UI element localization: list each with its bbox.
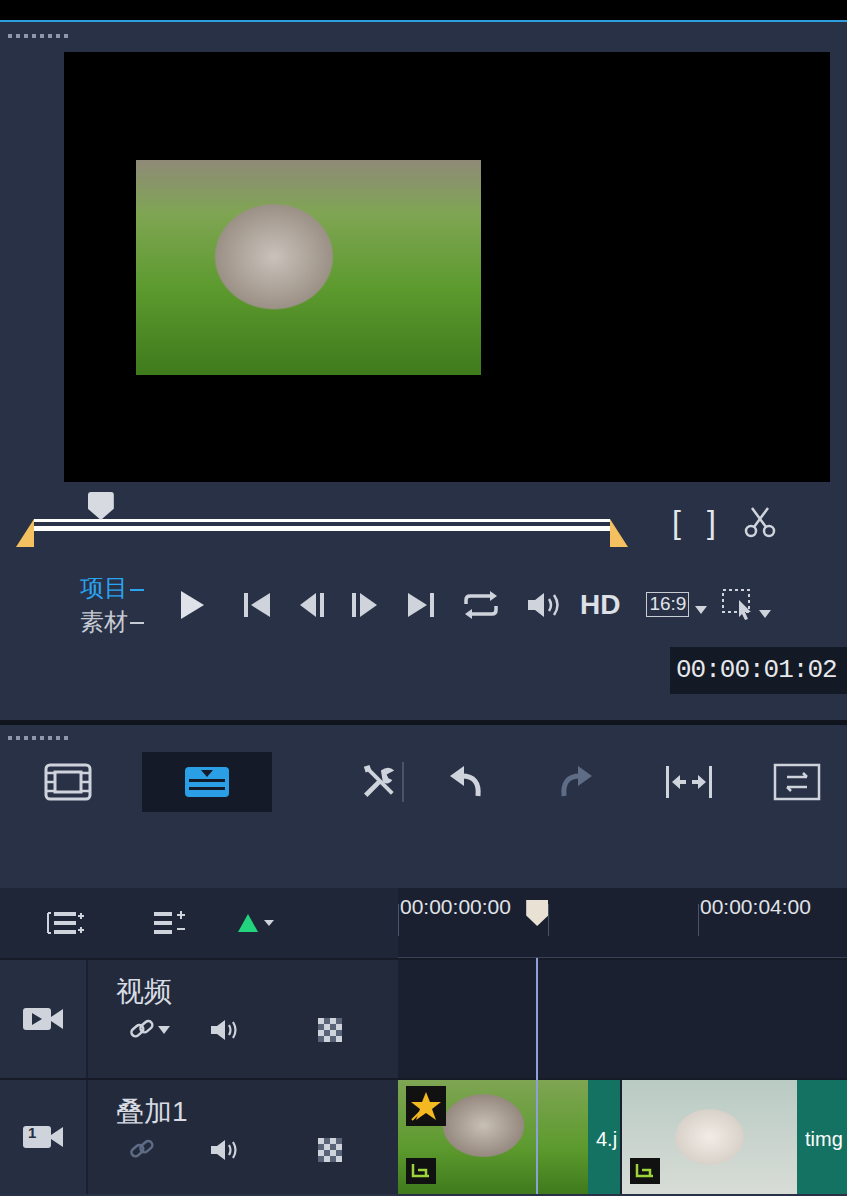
timeline: 00:00:00:00 00:00:04:00 视频 1 叠加1 4.j timg [0, 888, 847, 1194]
tools-button[interactable] [360, 762, 404, 802]
scrubber-track [34, 519, 610, 531]
mark-in-button[interactable]: [ [672, 506, 681, 538]
panel-grip[interactable] [0, 725, 847, 750]
redo-button [554, 752, 598, 812]
chapter-point-icon[interactable] [236, 910, 276, 936]
track-manager-icon[interactable] [46, 909, 86, 937]
overlay-track-icon [21, 1122, 65, 1152]
hd-button[interactable]: HD [580, 584, 620, 626]
track-name: 叠加1 [116, 1094, 398, 1130]
forward-button[interactable] [348, 590, 380, 620]
track-number: 1 [28, 1125, 36, 1140]
previous-frame-icon[interactable] [298, 590, 330, 620]
repeat-icon[interactable] [462, 590, 500, 620]
redo-icon [556, 762, 596, 802]
clip[interactable]: 4.j [398, 1080, 620, 1194]
storyboard-view-button[interactable] [18, 752, 118, 812]
clip[interactable]: timg [622, 1080, 847, 1194]
play-icon[interactable] [179, 590, 205, 620]
timeline-view-icon[interactable] [183, 765, 231, 799]
preview-screen [64, 52, 830, 482]
panel-grip[interactable] [0, 22, 847, 52]
video-track-icon [21, 1004, 65, 1034]
storyboard-view-icon[interactable] [43, 762, 93, 802]
fit-button[interactable] [662, 752, 716, 812]
tools-icon[interactable] [360, 762, 398, 802]
timecode-display[interactable]: 00:00:01:02 [670, 647, 847, 694]
start-button[interactable] [242, 590, 272, 620]
swap-button[interactable] [770, 752, 824, 812]
add-remove-track-icon[interactable] [152, 909, 188, 937]
undo-icon[interactable] [446, 762, 486, 802]
go-to-start-icon[interactable] [242, 590, 272, 620]
next-frame-icon[interactable] [348, 590, 380, 620]
overlay-track: 1 叠加1 4.j timg [0, 1078, 847, 1194]
scissors-icon[interactable] [742, 504, 778, 540]
video-track: 视频 [0, 958, 847, 1078]
title-bar [0, 0, 847, 22]
ruler-label: 00:00:00:00 [400, 891, 511, 923]
back-button[interactable] [298, 590, 330, 620]
preview-panel: [] 项目素材 HD 16:9 00:00:01:02 [0, 22, 847, 720]
star-icon [410, 1090, 442, 1122]
volume-button[interactable] [526, 590, 564, 620]
track-volume-icon[interactable] [209, 1017, 243, 1043]
scrubber-handle[interactable] [88, 492, 114, 520]
mode-option[interactable]: 项目 [80, 571, 160, 605]
mode-option[interactable]: 素材 [80, 605, 160, 639]
trim-out-handle[interactable] [610, 519, 628, 547]
play-button[interactable] [160, 572, 224, 638]
link-icon[interactable] [128, 1018, 156, 1042]
clip-name: 4.j [588, 1080, 620, 1194]
timeline-view-button[interactable] [142, 752, 272, 812]
dropdown-caret-icon[interactable] [158, 1026, 170, 1034]
volume-icon[interactable] [526, 590, 564, 620]
repeat-button[interactable] [462, 590, 500, 620]
split-button[interactable] [742, 504, 778, 540]
track-transparency-icon[interactable] [316, 1136, 344, 1164]
time-ruler[interactable]: 00:00:00:00 00:00:04:00 [398, 888, 847, 958]
trim-in-handle[interactable] [16, 519, 34, 547]
dropdown-caret-icon[interactable] [695, 606, 707, 614]
motion-path-icon [634, 1162, 656, 1180]
smart-proxy-icon[interactable] [721, 588, 773, 622]
fit-to-window-icon[interactable] [664, 764, 714, 800]
motion-path-icon [410, 1162, 432, 1180]
aspect-ratio-button[interactable]: 16:9 [646, 592, 707, 617]
kitten-photo [136, 160, 481, 375]
track-transparency-icon[interactable] [316, 1016, 344, 1044]
proxy-button[interactable] [721, 588, 773, 622]
playhead[interactable] [526, 888, 548, 1194]
track-volume-icon[interactable] [209, 1137, 243, 1163]
clip-name: timg [797, 1080, 847, 1194]
star-badge [406, 1086, 446, 1126]
track-name: 视频 [116, 974, 398, 1010]
ruler-label: 00:00:04:00 [700, 891, 811, 923]
link-icon [128, 1138, 156, 1162]
mark-out-button[interactable]: ] [707, 506, 716, 538]
undo-button[interactable] [444, 752, 488, 812]
go-to-end-icon[interactable] [406, 590, 436, 620]
end-button[interactable] [406, 590, 436, 620]
timeline-panel: 00:00:00:00 00:00:04:00 视频 1 叠加1 4.j timg [0, 725, 847, 1194]
swap-tracks-icon[interactable] [773, 763, 821, 801]
preview-scrubber[interactable] [16, 482, 628, 562]
